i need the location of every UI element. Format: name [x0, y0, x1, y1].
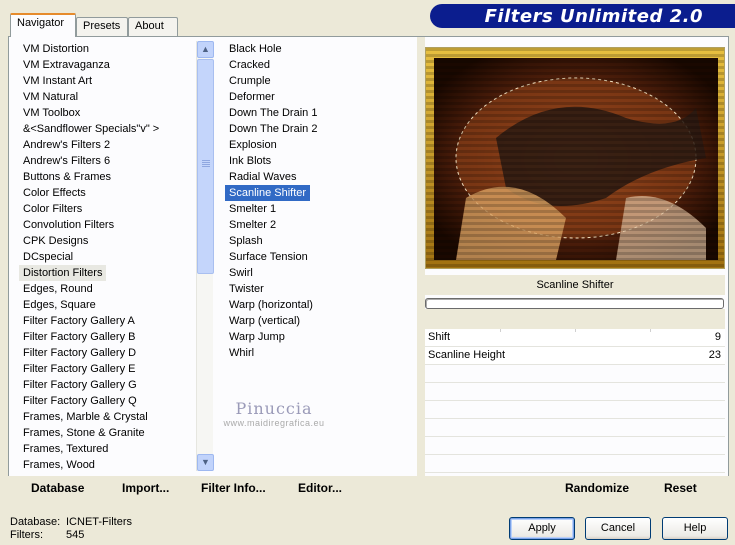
- list-item[interactable]: Radial Waves: [225, 169, 415, 185]
- current-filter-name: Scanline Shifter: [425, 275, 725, 295]
- list-item[interactable]: VM Toolbox: [19, 105, 197, 121]
- list-item[interactable]: Warp (horizontal): [225, 297, 415, 313]
- list-item[interactable]: Frames, Marble & Crystal: [19, 409, 197, 425]
- param-row-empty: [425, 383, 725, 401]
- list-item[interactable]: Frames, Wood: [19, 457, 197, 471]
- list-item[interactable]: Color Filters: [19, 201, 197, 217]
- param-value: 23: [708, 349, 721, 361]
- title-banner: Filters Unlimited 2.0: [430, 4, 735, 28]
- tab-about[interactable]: About: [128, 17, 178, 37]
- list-item[interactable]: Filter Factory Gallery G: [19, 377, 197, 393]
- list-item[interactable]: Warp Jump: [225, 329, 415, 345]
- param-row-empty: [425, 419, 725, 437]
- list-item[interactable]: VM Distortion: [19, 41, 197, 57]
- list-item[interactable]: Filter Factory Gallery D: [19, 345, 197, 361]
- list-item[interactable]: Color Effects: [19, 185, 197, 201]
- list-item[interactable]: Deformer: [225, 89, 415, 105]
- grip-icon: [202, 160, 210, 168]
- panel-divider: [417, 37, 425, 477]
- list-item[interactable]: Edges, Square: [19, 297, 197, 313]
- slider-tick: [500, 329, 501, 332]
- param-row-empty: [425, 401, 725, 419]
- list-item[interactable]: Distortion Filters: [19, 265, 107, 281]
- status-area: Database: ICNET-Filters Filters: 545: [10, 516, 132, 542]
- preview-art: [426, 48, 724, 268]
- list-item[interactable]: Andrew's Filters 6: [19, 153, 197, 169]
- list-item[interactable]: Down The Drain 2: [225, 121, 415, 137]
- editor-button[interactable]: Editor...: [298, 481, 342, 495]
- scroll-thumb[interactable]: [197, 59, 214, 274]
- param-row-empty: [425, 437, 725, 455]
- parameter-list: Shift 9 Scanline Height 23: [425, 329, 725, 473]
- list-item[interactable]: &<Sandflower Specials"v" >: [19, 121, 197, 137]
- slider-tick: [650, 329, 651, 332]
- param-row-shift[interactable]: Shift 9: [425, 329, 725, 347]
- list-item[interactable]: Convolution Filters: [19, 217, 197, 233]
- list-item[interactable]: CPK Designs: [19, 233, 197, 249]
- params-gap: [425, 309, 725, 329]
- list-item[interactable]: VM Instant Art: [19, 73, 197, 89]
- watermark-name: Pinuccia: [235, 399, 313, 418]
- param-label: Scanline Height: [428, 349, 506, 361]
- list-item[interactable]: Edges, Round: [19, 281, 197, 297]
- list-item[interactable]: VM Natural: [19, 89, 197, 105]
- list-item[interactable]: Scanline Shifter: [225, 185, 311, 201]
- database-button[interactable]: Database: [31, 481, 84, 495]
- tab-navigator[interactable]: Navigator: [10, 13, 76, 37]
- list-item[interactable]: Filter Factory Gallery Q: [19, 393, 197, 409]
- list-item[interactable]: Cracked: [225, 57, 415, 73]
- app-title: Filters Unlimited 2.0: [484, 6, 703, 27]
- database-value: ICNET-Filters: [66, 516, 132, 528]
- list-item[interactable]: Surface Tension: [225, 249, 415, 265]
- list-item[interactable]: Andrew's Filters 2: [19, 137, 197, 153]
- list-item[interactable]: Buttons & Frames: [19, 169, 197, 185]
- help-button[interactable]: Help: [662, 517, 728, 540]
- filter-info-button[interactable]: Filter Info...: [201, 481, 266, 495]
- watermark: Pinuccia www.maidiregrafica.eu: [209, 399, 339, 428]
- list-item[interactable]: Twister: [225, 281, 415, 297]
- scroll-down-button[interactable]: ▼: [197, 454, 214, 471]
- progress-bar: [425, 298, 724, 309]
- list-item[interactable]: Black Hole: [225, 41, 415, 57]
- list-item[interactable]: Ink Blots: [225, 153, 415, 169]
- filters-count: 545: [66, 529, 85, 541]
- list-item[interactable]: Splash: [225, 233, 415, 249]
- randomize-button[interactable]: Randomize: [565, 481, 629, 495]
- preview-image: [425, 47, 725, 269]
- reset-button[interactable]: Reset: [664, 481, 697, 495]
- list-item[interactable]: Smelter 2: [225, 217, 415, 233]
- param-row-empty: [425, 365, 725, 383]
- list-item[interactable]: Frames, Stone & Granite: [19, 425, 197, 441]
- list-item[interactable]: Filter Factory Gallery B: [19, 329, 197, 345]
- navigator-panel: VM Distortion VM Extravaganza VM Instant A…: [8, 36, 729, 504]
- cancel-button[interactable]: Cancel: [585, 517, 651, 540]
- filters-label: Filters:: [10, 529, 43, 541]
- scroll-up-button[interactable]: ▲: [197, 41, 214, 58]
- list-item[interactable]: VM Extravaganza: [19, 57, 197, 73]
- list-item[interactable]: Whirl: [225, 345, 415, 361]
- list-item[interactable]: DCspecial: [19, 249, 197, 265]
- list-item[interactable]: Crumple: [225, 73, 415, 89]
- tab-presets[interactable]: Presets: [76, 17, 128, 37]
- param-value: 9: [714, 331, 721, 343]
- database-label: Database:: [10, 516, 61, 528]
- bottom-toolbar: Database Import... Filter Info... Editor…: [8, 476, 729, 504]
- list-item[interactable]: Down The Drain 1: [225, 105, 415, 121]
- list-item[interactable]: Explosion: [225, 137, 415, 153]
- list-item[interactable]: Warp (vertical): [225, 313, 415, 329]
- import-button[interactable]: Import...: [122, 481, 169, 495]
- list-item[interactable]: Filter Factory Gallery E: [19, 361, 197, 377]
- watermark-url: www.maidiregrafica.eu: [223, 418, 325, 428]
- list-item[interactable]: Frames, Textured: [19, 441, 197, 457]
- category-list[interactable]: VM Distortion VM Extravaganza VM Instant A…: [19, 41, 197, 471]
- list-item[interactable]: Filter Factory Gallery A: [19, 313, 197, 329]
- param-label: Shift: [428, 331, 451, 343]
- apply-button[interactable]: Apply: [509, 517, 575, 540]
- list-item[interactable]: Swirl: [225, 265, 415, 281]
- param-row-empty: [425, 455, 725, 473]
- slider-tick: [575, 329, 576, 332]
- list-item[interactable]: Smelter 1: [225, 201, 415, 217]
- param-row-scanline-height[interactable]: Scanline Height 23: [425, 347, 725, 365]
